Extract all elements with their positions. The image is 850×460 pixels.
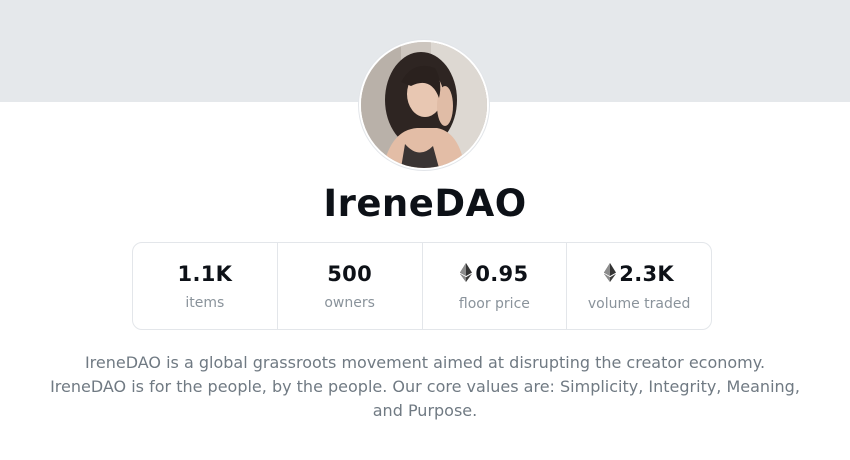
stat-owners-number: 500 — [327, 262, 372, 286]
stat-owners-label: owners — [324, 295, 375, 311]
stat-floor-price-value: 0.95 — [460, 260, 528, 289]
stat-items-label: items — [185, 295, 225, 311]
stat-floor-price-label: floor price — [458, 295, 530, 312]
ethereum-icon — [604, 261, 617, 289]
avatar-image — [361, 42, 487, 168]
stat-items-value: 1.1K — [178, 260, 233, 288]
stat-volume-traded-label: volume traded — [587, 295, 691, 312]
collection-stats: 1.1K items 500 owners 0.95 floor price 2… — [132, 242, 712, 330]
collection-title: IreneDAO — [323, 182, 527, 225]
stat-volume-traded[interactable]: 2.3K volume traded — [567, 243, 711, 329]
stat-items[interactable]: 1.1K items — [133, 243, 278, 329]
collection-avatar[interactable] — [359, 40, 489, 170]
stat-floor-price[interactable]: 0.95 floor price — [423, 243, 568, 329]
collection-description: IreneDAO is a global grassroots movement… — [50, 353, 800, 420]
stat-volume-traded-number: 2.3K — [619, 262, 674, 286]
stat-floor-price-number: 0.95 — [475, 262, 529, 286]
ethereum-icon — [460, 261, 473, 289]
stat-owners-value: 500 — [327, 260, 372, 288]
stat-owners[interactable]: 500 owners — [278, 243, 423, 329]
stat-items-number: 1.1K — [177, 262, 233, 286]
stat-volume-traded-value: 2.3K — [604, 260, 674, 289]
